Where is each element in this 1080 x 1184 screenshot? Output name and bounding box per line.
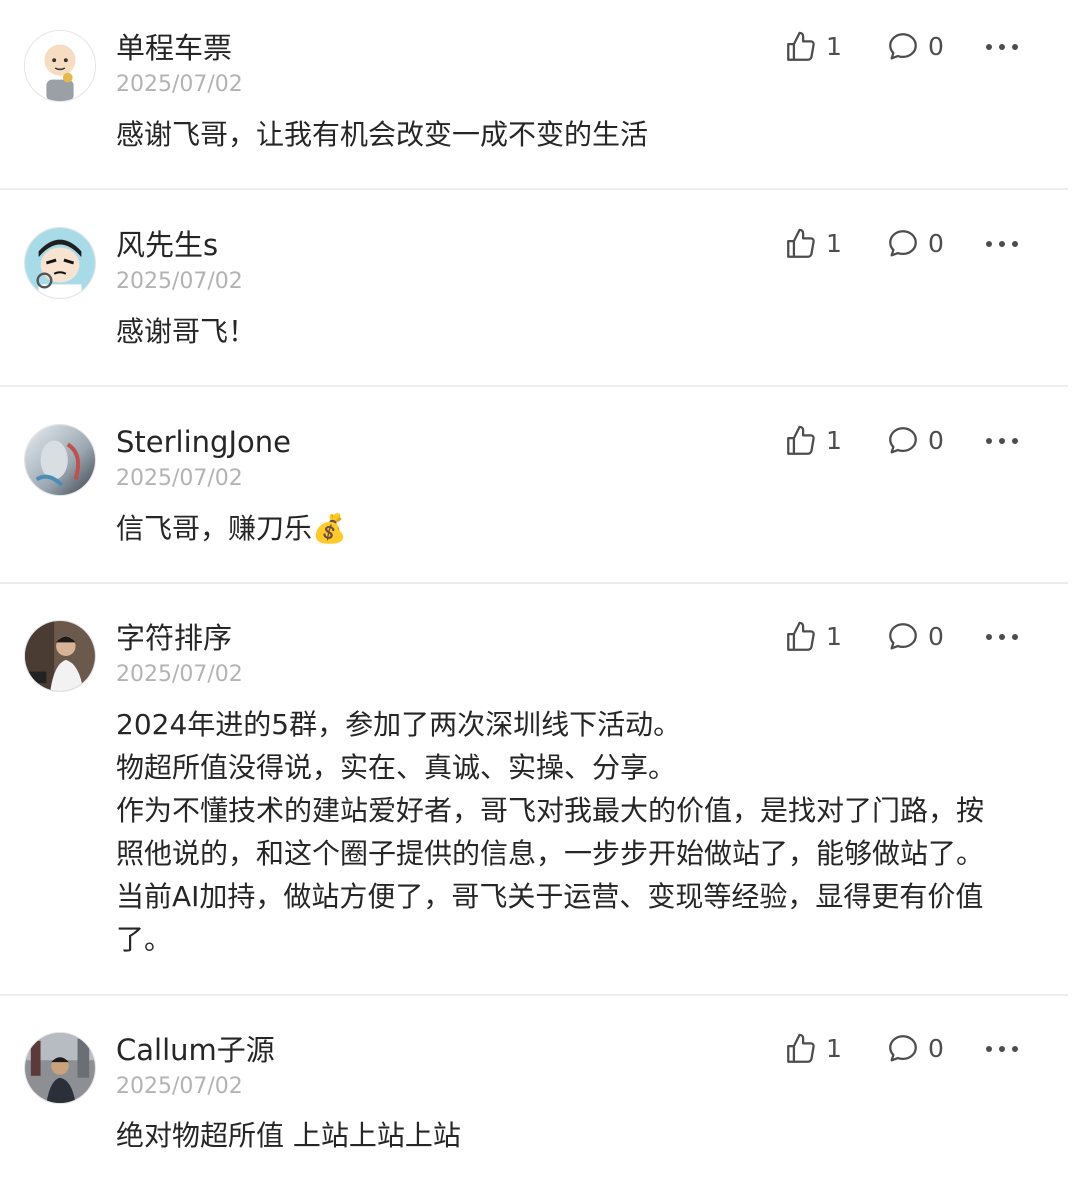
- avatar[interactable]: [24, 227, 96, 299]
- reply-count: 0: [928, 622, 944, 651]
- reply-button[interactable]: 0: [886, 27, 944, 67]
- comment-text-line: 物超所值没得说，实在、真诚、实操、分享。: [116, 751, 677, 784]
- more-button[interactable]: [984, 27, 1020, 67]
- comment-content: 感谢飞哥，让我有机会改变一成不变的生活: [116, 113, 1026, 156]
- like-count: 1: [826, 1034, 842, 1063]
- more-dots-icon: [986, 1046, 1018, 1052]
- reply-count: 0: [928, 32, 944, 61]
- reply-button[interactable]: 0: [886, 617, 944, 657]
- comment-text-line: 信飞哥，赚刀乐💰: [116, 512, 347, 545]
- username[interactable]: 字符排序: [116, 620, 232, 656]
- comment-date: 2025/07/02: [116, 466, 243, 491]
- like-button[interactable]: 1: [784, 617, 842, 657]
- more-button[interactable]: [984, 421, 1020, 461]
- username[interactable]: Callum子源: [116, 1032, 275, 1068]
- comment-content: 感谢哥飞！: [116, 310, 1026, 353]
- comment-text-line: 绝对物超所值 上站上站上站: [116, 1119, 461, 1152]
- more-dots-icon: [986, 634, 1018, 640]
- more-dots-icon: [986, 438, 1018, 444]
- comment-date: 2025/07/02: [116, 1074, 243, 1099]
- avatar[interactable]: [24, 620, 96, 692]
- more-button[interactable]: [984, 617, 1020, 657]
- thumbs-up-icon: [787, 31, 815, 61]
- avatar-photo-portrait-image: [25, 621, 95, 691]
- reply-count: 0: [928, 426, 944, 455]
- comment-bubble-icon: [889, 1035, 917, 1062]
- username[interactable]: 风先生s: [116, 227, 218, 263]
- reply-button[interactable]: 0: [886, 1029, 944, 1069]
- comment-list: 单程车票 2025/07/02 感谢飞哥，让我有机会改变一成不变的生活 1 0: [0, 0, 1080, 1184]
- thumbs-up-icon: [787, 1033, 815, 1063]
- more-button[interactable]: [984, 224, 1020, 264]
- comment-text-line: 感谢飞哥，让我有机会改变一成不变的生活: [116, 118, 649, 151]
- comment-content: 绝对物超所值 上站上站上站: [116, 1114, 1026, 1157]
- avatar-street-photo-image: [25, 1033, 95, 1103]
- like-count: 1: [826, 229, 842, 258]
- like-button[interactable]: 1: [784, 1029, 842, 1069]
- comment-content: 2024年进的5群，参加了两次深圳线下活动。 物超所值没得说，实在、真诚、实操、…: [116, 703, 1026, 961]
- comment-text-line: 照他说的，和这个圈子提供的信息，一步步开始做站了，能够做站了。: [116, 837, 985, 870]
- avatar-abstract-portrait-image: [25, 425, 95, 495]
- comment-date: 2025/07/02: [116, 72, 243, 97]
- comment-text-line: 作为不懂技术的建站爱好者，哥飞对我最大的价值，是找对了门路，按: [116, 794, 985, 827]
- comment-text-line: 感谢哥飞！: [116, 315, 257, 348]
- avatar-bald-cartoon-image: [25, 31, 95, 101]
- divider: [0, 188, 1068, 190]
- like-button[interactable]: 1: [784, 224, 842, 264]
- username[interactable]: SterlingJone: [116, 424, 291, 460]
- thumbs-up-icon: [787, 425, 815, 455]
- more-dots-icon: [986, 241, 1018, 247]
- like-count: 1: [826, 622, 842, 651]
- avatar[interactable]: [24, 1032, 96, 1104]
- divider: [0, 582, 1068, 584]
- divider: [0, 385, 1068, 387]
- comment-bubble-icon: [889, 427, 917, 454]
- reply-count: 0: [928, 1034, 944, 1063]
- like-button[interactable]: 1: [784, 421, 842, 461]
- comment-content: 信飞哥，赚刀乐💰: [116, 507, 1026, 550]
- username[interactable]: 单程车票: [116, 30, 232, 66]
- thumbs-up-icon: [787, 621, 815, 651]
- thumbs-up-icon: [787, 228, 815, 258]
- more-dots-icon: [986, 44, 1018, 50]
- reply-count: 0: [928, 229, 944, 258]
- like-count: 1: [826, 32, 842, 61]
- comment-text-line: 当前AI加持，做站方便了，哥飞关于运营、变现等经验，显得更有价值: [116, 880, 984, 913]
- comment-bubble-icon: [889, 623, 917, 650]
- reply-button[interactable]: 0: [886, 224, 944, 264]
- more-button[interactable]: [984, 1029, 1020, 1069]
- comment-text-line: 2024年进的5群，参加了两次深圳线下活动。: [116, 708, 682, 741]
- comment-date: 2025/07/02: [116, 269, 243, 294]
- comment-bubble-icon: [889, 33, 917, 60]
- reply-button[interactable]: 0: [886, 421, 944, 461]
- like-count: 1: [826, 426, 842, 455]
- avatar[interactable]: [24, 30, 96, 102]
- comment-bubble-icon: [889, 230, 917, 257]
- comment-date: 2025/07/02: [116, 662, 243, 687]
- avatar-cartoon-boy-image: [25, 228, 95, 298]
- avatar[interactable]: [24, 424, 96, 496]
- divider: [0, 994, 1068, 996]
- like-button[interactable]: 1: [784, 27, 842, 67]
- comment-text-line: 了。: [116, 923, 173, 956]
